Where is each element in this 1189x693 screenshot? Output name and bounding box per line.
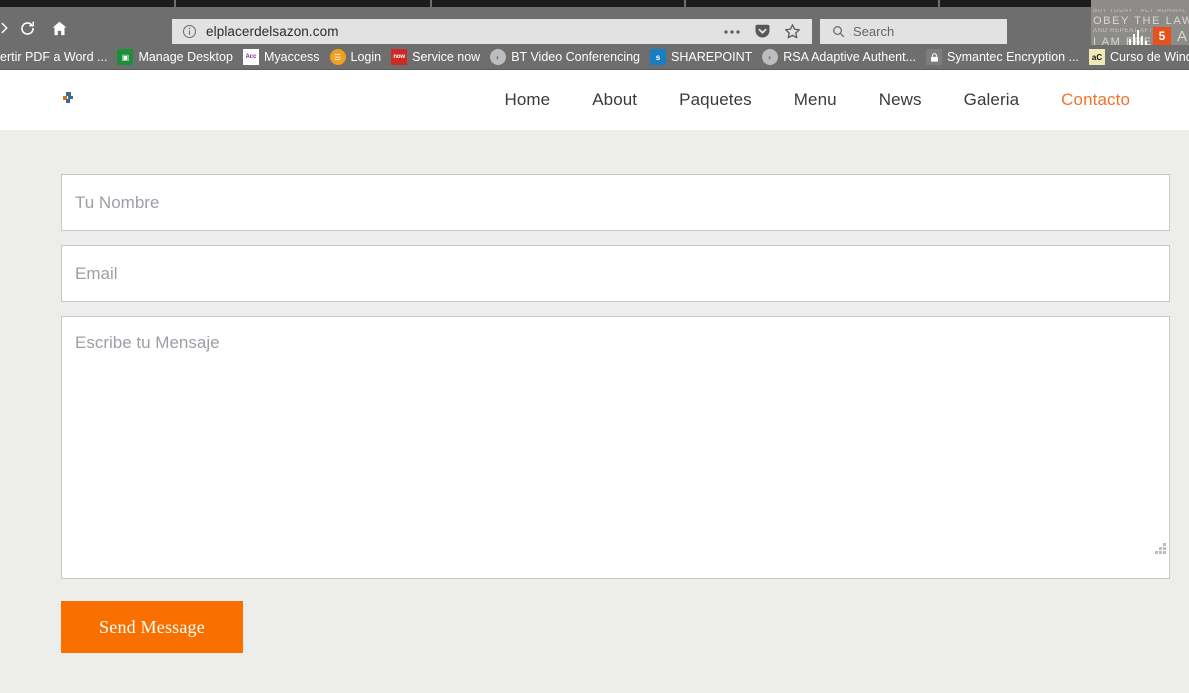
lock-icon [926,49,943,65]
browser-chrome: BUY TODAY · ACT NORMAL OBEY THE LAW AND … [0,0,1189,70]
nav-link-news[interactable]: News [858,90,943,110]
wallpaper-text-line: BUY TODAY · ACT NORMAL [1093,9,1187,14]
name-input[interactable] [61,174,1170,231]
search-placeholder: Search [853,24,895,39]
bookmark-label: Myaccess [263,50,320,64]
search-bar[interactable]: Search [820,19,1007,44]
contact-form: Send Message [61,174,1171,653]
url-bar[interactable]: elplacerdelsazon.com [172,19,812,44]
site-logo-broken-image-icon[interactable] [60,89,76,105]
broken-image-icon [62,91,74,103]
bookmark-item[interactable]: Acc Myaccess [238,45,325,69]
bookmark-label: Manage Desktop [138,50,233,64]
pocket-icon[interactable] [752,22,772,42]
content-area: Send Message [0,130,1189,653]
bookmark-item[interactable]: Symantec Encryption ... [921,45,1084,69]
bookmark-label: ertir PDF a Word ... [0,50,108,64]
bookmark-label: BT Video Conferencing [511,50,641,64]
bookmark-item[interactable]: ☰ Login [325,45,387,69]
servicenow-icon: now [391,49,408,65]
bookmark-label: Service now [412,50,481,64]
url-bar-actions [722,19,812,44]
html5-badge-icon[interactable]: 5 [1152,27,1171,45]
web-page: Home About Paquetes Menu News Galeria Co… [0,70,1189,693]
access-database-icon: Acc [242,49,259,65]
bookmark-item[interactable]: now Service now [386,45,485,69]
nav-link-menu[interactable]: Menu [773,90,858,110]
bookmark-item[interactable]: ◐ RSA Adaptive Authent... [757,45,921,69]
sharepoint-icon: s [650,49,667,65]
manage-desktop-icon: ▣ [117,49,134,65]
site-header: Home About Paquetes Menu News Galeria Co… [0,70,1189,130]
bookmark-label: SHAREPOINT [671,50,753,64]
page-actions-icon[interactable] [722,22,742,42]
send-message-button[interactable]: Send Message [61,601,243,653]
home-icon[interactable] [48,17,70,39]
login-icon: ☰ [329,49,346,65]
tab-separator [174,0,176,7]
bookmarks-bar[interactable]: ertir PDF a Word ... ▣ Manage Desktop Ac… [0,45,1189,70]
nav-link-galeria[interactable]: Galeria [943,90,1041,110]
reload-icon[interactable] [16,17,38,39]
tab-separator [430,0,432,7]
ac-icon: aC [1089,49,1106,65]
desktop-wallpaper [1091,0,1189,9]
bookmark-item[interactable]: s SHAREPOINT [645,45,757,69]
globe-icon: ◐ [762,49,779,65]
main-navigation[interactable]: Home About Paquetes Menu News Galeria Co… [483,70,1151,130]
tab-strip-background [0,0,1189,7]
nav-link-paquetes[interactable]: Paquetes [658,90,773,110]
tab-strip[interactable] [0,0,1189,9]
globe-icon: ◐ [490,49,507,65]
bookmark-item[interactable]: ◐ BT Video Conferencing [485,45,645,69]
bookmark-item[interactable]: ertir PDF a Word ... [0,45,112,69]
bookmark-item[interactable]: aC Curso de Window Serv [1084,45,1189,69]
browser-toolbar: BUY TODAY · ACT NORMAL OBEY THE LAW AND … [0,9,1189,47]
nav-link-contacto[interactable]: Contacto [1040,90,1151,110]
email-input[interactable] [61,245,1170,302]
tab-separator [684,0,686,7]
bookmark-label: RSA Adaptive Authent... [783,50,917,64]
nav-link-home[interactable]: Home [483,90,571,110]
site-info-icon[interactable] [182,24,197,39]
nav-link-about[interactable]: About [571,90,658,110]
network-meter-icon[interactable] [1128,25,1149,47]
search-icon [831,25,845,39]
bookmark-label: Symantec Encryption ... [947,50,1080,64]
message-field-wrapper [61,316,1170,579]
bookmark-label: Login [350,50,382,64]
bookmark-label: Curso de Window Serv [1110,50,1189,64]
message-textarea[interactable] [61,316,1170,579]
extension-letter-icon[interactable]: A [1177,28,1187,45]
forward-arrow-icon[interactable] [0,17,16,39]
tab-separator [938,0,940,7]
url-text: elplacerdelsazon.com [206,24,339,39]
bookmark-star-icon[interactable] [782,22,802,42]
bookmark-item[interactable]: ▣ Manage Desktop [112,45,238,69]
